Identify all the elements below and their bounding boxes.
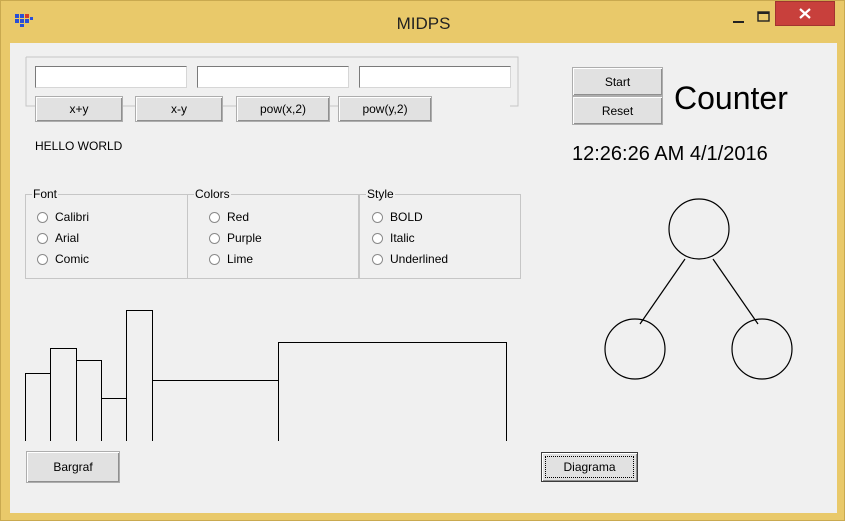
radio-dot bbox=[209, 232, 220, 244]
result-input[interactable] bbox=[359, 66, 511, 88]
radio-font-arial[interactable]: Arial bbox=[37, 231, 79, 245]
diagram-node-root bbox=[668, 198, 730, 260]
radio-style-underlined[interactable]: Underlined bbox=[372, 252, 448, 266]
radio-label: Lime bbox=[227, 252, 254, 266]
bargraf-button[interactable]: Bargraf bbox=[26, 451, 120, 483]
diagram-canvas bbox=[604, 198, 793, 380]
y-input[interactable] bbox=[197, 66, 349, 88]
x-input[interactable] bbox=[35, 66, 187, 88]
radio-dot bbox=[209, 253, 220, 265]
app-window: MIDPS x+y x-y pow(x,2) pow(y,2) HELLO WO… bbox=[0, 0, 845, 521]
radio-font-comic[interactable]: Comic bbox=[37, 252, 89, 266]
radio-label: Underlined bbox=[390, 252, 449, 266]
window-title: MIDPS bbox=[396, 14, 451, 33]
bar-4 bbox=[101, 398, 127, 441]
radio-font-calibri[interactable]: Calibri bbox=[37, 210, 89, 224]
pow-x-button[interactable]: pow(x,2) bbox=[236, 96, 330, 122]
radio-label: Purple bbox=[227, 231, 262, 245]
bar-6 bbox=[152, 380, 279, 441]
diagram-edge-left bbox=[639, 258, 686, 325]
clock-label: 12:26:26 AM 4/1/2016 bbox=[572, 143, 768, 165]
start-button[interactable]: Start bbox=[572, 67, 663, 96]
hello-label: HELLO WORLD bbox=[35, 139, 123, 153]
diagram-node-left bbox=[604, 318, 666, 380]
diagrama-label: Diagrama bbox=[563, 460, 616, 474]
radio-label: Calibri bbox=[55, 210, 90, 224]
subtract-button[interactable]: x-y bbox=[135, 96, 223, 122]
bar-1 bbox=[25, 373, 51, 441]
colors-group: Colors Red Purple Lime bbox=[187, 187, 359, 279]
style-group-title: Style bbox=[366, 187, 395, 201]
style-group: Style BOLD Italic Underlined bbox=[359, 187, 521, 279]
radio-color-purple[interactable]: Purple bbox=[209, 231, 262, 245]
bar-3 bbox=[76, 360, 102, 441]
radio-label: Red bbox=[227, 210, 250, 224]
font-group-title: Font bbox=[32, 187, 59, 201]
close-icon bbox=[799, 8, 811, 19]
radio-color-red[interactable]: Red bbox=[209, 210, 249, 224]
radio-label: Arial bbox=[55, 231, 80, 245]
radio-style-bold[interactable]: BOLD bbox=[372, 210, 423, 224]
diagrama-button[interactable]: Diagrama bbox=[541, 452, 638, 482]
radio-label: BOLD bbox=[390, 210, 423, 224]
counter-label: Counter bbox=[674, 80, 788, 116]
radio-label: Comic bbox=[55, 252, 90, 266]
diagram-edge-right bbox=[712, 258, 759, 325]
radio-label: Italic bbox=[390, 231, 415, 245]
font-group: Font Calibri Arial Comic bbox=[25, 187, 188, 279]
radio-color-lime[interactable]: Lime bbox=[209, 252, 253, 266]
reset-button[interactable]: Reset bbox=[572, 96, 663, 125]
radio-dot bbox=[37, 253, 48, 265]
radio-dot bbox=[209, 211, 220, 223]
bar-7 bbox=[278, 342, 507, 441]
bar-graph-canvas bbox=[25, 310, 507, 441]
radio-dot bbox=[37, 211, 48, 223]
client-area: x+y x-y pow(x,2) pow(y,2) HELLO WORLD St… bbox=[10, 43, 837, 513]
maximize-icon[interactable] bbox=[754, 7, 774, 27]
title-bar[interactable]: MIDPS bbox=[1, 1, 845, 43]
radio-dot bbox=[372, 232, 383, 244]
add-button[interactable]: x+y bbox=[35, 96, 123, 122]
radio-style-italic[interactable]: Italic bbox=[372, 231, 415, 245]
close-button[interactable] bbox=[775, 1, 835, 26]
bar-2 bbox=[50, 348, 77, 441]
radio-dot bbox=[372, 253, 383, 265]
diagram-node-right bbox=[731, 318, 793, 380]
minimize-icon[interactable] bbox=[729, 9, 749, 29]
colors-group-title: Colors bbox=[194, 187, 231, 201]
radio-dot bbox=[372, 211, 383, 223]
bar-5 bbox=[126, 310, 153, 441]
radio-dot bbox=[37, 232, 48, 244]
pow-y-button[interactable]: pow(y,2) bbox=[338, 96, 432, 122]
